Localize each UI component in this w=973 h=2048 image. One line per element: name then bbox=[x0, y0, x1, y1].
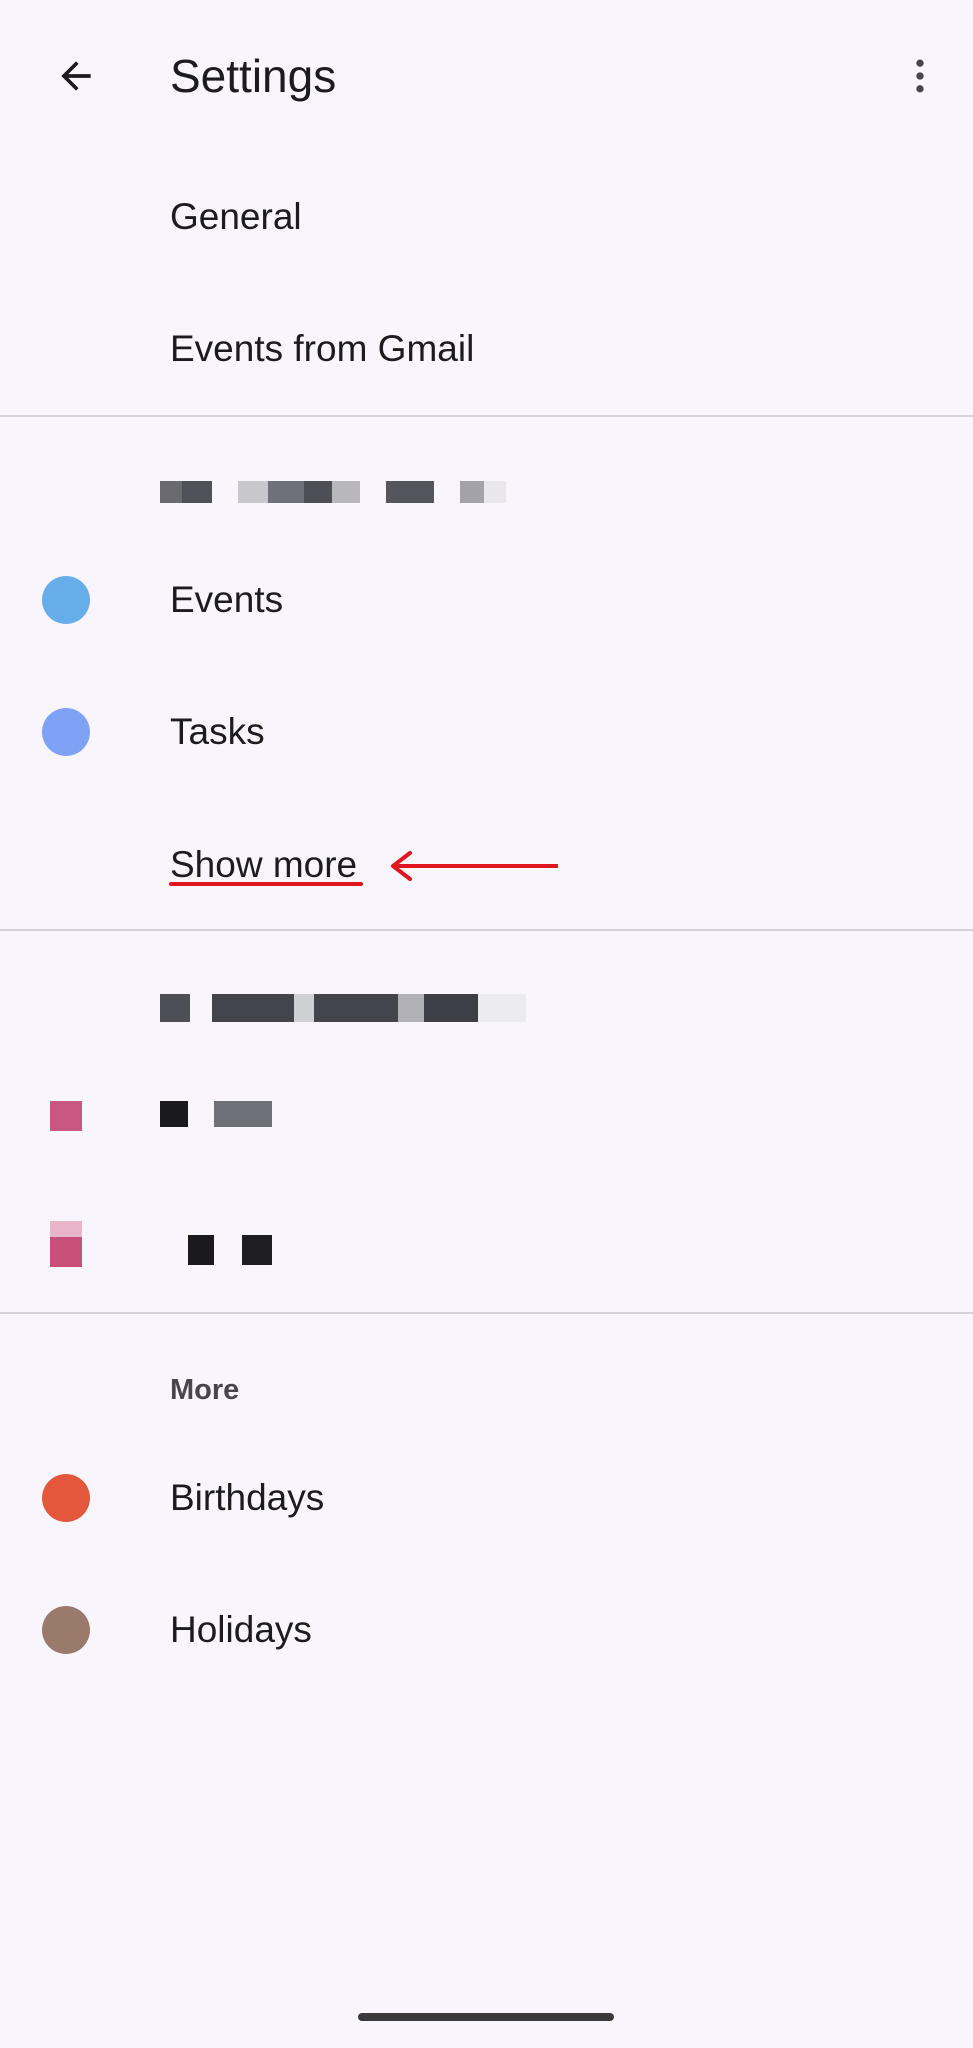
redacted-account-header bbox=[160, 481, 506, 503]
calendar-item-label: Birthdays bbox=[170, 1477, 325, 1518]
calendar-item-events[interactable]: Events bbox=[0, 535, 973, 665]
section-header-more: More bbox=[170, 1374, 240, 1406]
redacted-calendar-name bbox=[188, 1235, 272, 1265]
redacted-account-header bbox=[160, 994, 526, 1022]
calendar-color-dot bbox=[42, 1606, 90, 1654]
calendar-color-swatch bbox=[50, 1221, 82, 1237]
divider bbox=[0, 1312, 973, 1314]
calendar-item-holidays[interactable]: Holidays bbox=[0, 1565, 973, 1695]
annotation-arrow-icon bbox=[391, 851, 558, 881]
calendar-color-dot bbox=[42, 576, 90, 624]
overflow-menu-button[interactable] bbox=[884, 40, 956, 112]
calendar-item-label: Events bbox=[170, 579, 284, 620]
divider bbox=[0, 415, 973, 417]
more-vert-icon bbox=[916, 59, 924, 93]
calendar-item-tasks[interactable]: Tasks bbox=[0, 667, 973, 797]
calendar-color-swatch bbox=[50, 1101, 82, 1131]
calendar-color-swatch bbox=[50, 1237, 82, 1267]
arrow-back-icon bbox=[61, 61, 91, 91]
settings-item-general[interactable]: General bbox=[0, 152, 973, 282]
page-title: Settings bbox=[170, 50, 337, 102]
settings-item-label: Events from Gmail bbox=[170, 328, 475, 369]
calendar-color-dot bbox=[42, 708, 90, 756]
calendar-color-dot bbox=[42, 1474, 90, 1522]
redacted-calendar-name bbox=[160, 1101, 272, 1127]
calendar-item-redacted-2[interactable] bbox=[0, 1183, 973, 1313]
back-button[interactable] bbox=[40, 40, 112, 112]
navigation-handle[interactable] bbox=[358, 2013, 614, 2021]
settings-item-events-from-gmail[interactable]: Events from Gmail bbox=[0, 284, 973, 414]
annotation-underline bbox=[169, 882, 363, 886]
app-bar: Settings bbox=[0, 0, 973, 152]
calendar-item-redacted-1[interactable] bbox=[0, 1048, 973, 1178]
settings-item-label: General bbox=[170, 196, 302, 237]
calendar-item-birthdays[interactable]: Birthdays bbox=[0, 1433, 973, 1563]
show-more-label: Show more bbox=[170, 844, 358, 885]
calendar-item-label: Holidays bbox=[170, 1609, 312, 1650]
divider bbox=[0, 929, 973, 931]
calendar-item-label: Tasks bbox=[170, 711, 265, 752]
